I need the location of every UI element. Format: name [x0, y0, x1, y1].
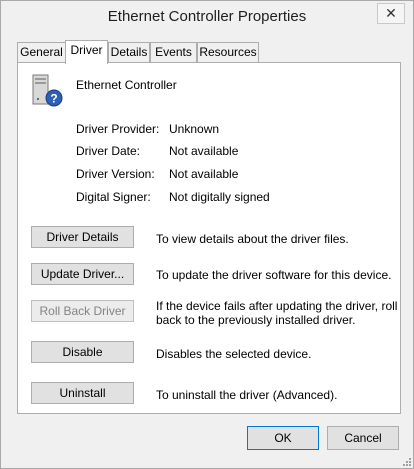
properties-dialog: Ethernet Controller Properties ✕ General… [0, 0, 414, 469]
svg-text:?: ? [50, 92, 57, 106]
digital-signer-label: Digital Signer: [76, 190, 151, 204]
roll-back-driver-button[interactable]: Roll Back Driver [31, 300, 134, 322]
driver-date-value: Not available [169, 144, 239, 158]
tab-general[interactable]: General [17, 42, 66, 62]
tab-details[interactable]: Details [108, 42, 150, 62]
driver-version-label: Driver Version: [76, 167, 155, 181]
uninstall-button[interactable]: Uninstall [31, 382, 134, 404]
tab-resources[interactable]: Resources [197, 42, 259, 62]
driver-details-button[interactable]: Driver Details [31, 226, 134, 248]
uninstall-description: To uninstall the driver (Advanced). [156, 388, 338, 402]
driver-version-value: Not available [169, 167, 239, 181]
window-title: Ethernet Controller Properties [107, 8, 307, 25]
roll-back-description-line-1: If the device fails after updating the d… [156, 299, 398, 313]
tab-driver[interactable]: Driver [65, 40, 108, 64]
roll-back-description-line-2: back to the previously installed driver. [156, 313, 356, 327]
tab-events[interactable]: Events [150, 42, 197, 62]
digital-signer-value: Not digitally signed [169, 190, 270, 204]
device-name: Ethernet Controller [76, 78, 177, 92]
title-bar[interactable]: Ethernet Controller Properties ✕ [1, 1, 413, 33]
cancel-button[interactable]: Cancel [327, 426, 399, 450]
resize-grip-icon[interactable] [401, 456, 411, 466]
disable-description: Disables the selected device. [156, 347, 312, 361]
update-driver-button[interactable]: Update Driver... [31, 263, 134, 285]
driver-provider-value: Unknown [169, 122, 220, 136]
driver-date-label: Driver Date: [76, 144, 141, 158]
driver-details-description: To view details about the driver files. [156, 232, 349, 246]
disable-button[interactable]: Disable [31, 341, 134, 363]
unknown-device-icon: ? [32, 74, 63, 107]
update-driver-description: To update the driver software for this d… [156, 268, 392, 282]
close-icon: ✕ [385, 5, 397, 21]
ok-button[interactable]: OK [247, 426, 319, 450]
driver-provider-label: Driver Provider: [76, 122, 160, 136]
close-button[interactable]: ✕ [377, 3, 405, 24]
